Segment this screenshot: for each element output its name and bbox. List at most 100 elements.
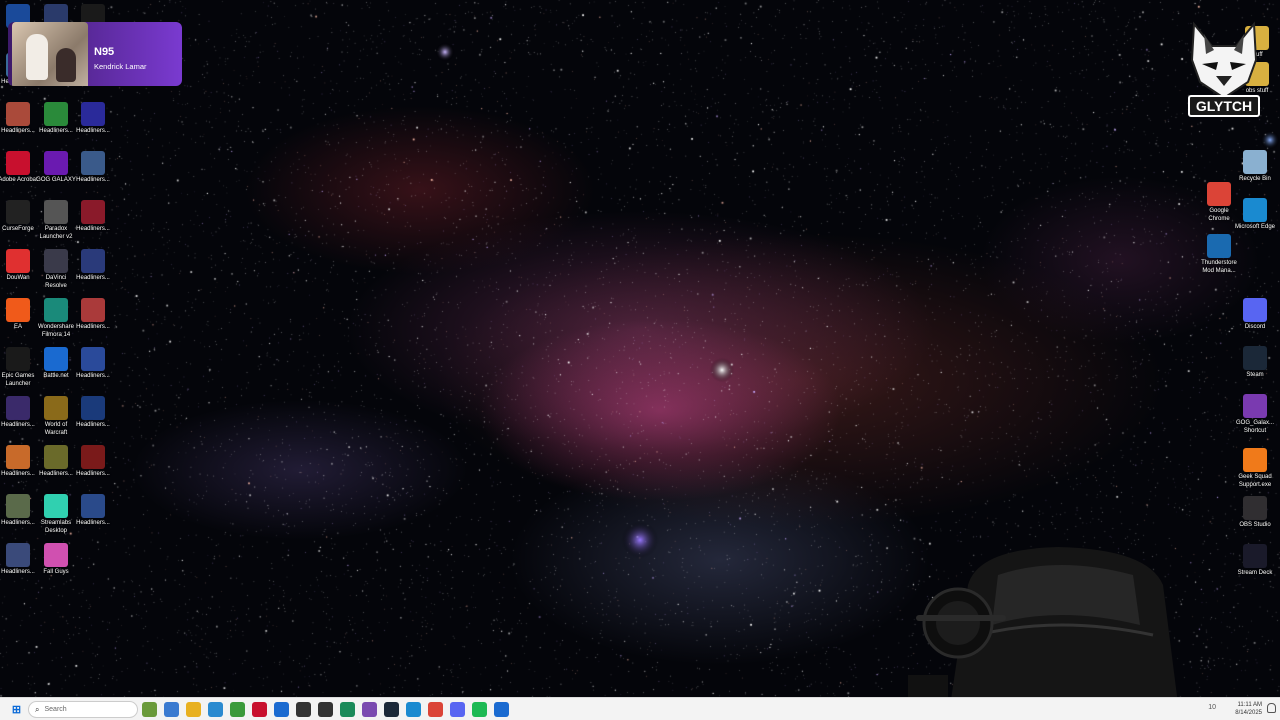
taskbar-adobe-icon[interactable] bbox=[252, 702, 267, 717]
desktop-icon[interactable]: Adobe Acrobat bbox=[0, 151, 39, 185]
taskbar-widgets-icon[interactable] bbox=[142, 702, 157, 717]
desktop-icon-label: Headliners... bbox=[1, 422, 35, 428]
system-clock[interactable]: 11:11 AM 8/14/2025 bbox=[1235, 701, 1262, 717]
app-icon bbox=[44, 298, 68, 322]
desktop-icon[interactable]: Headliners... bbox=[72, 396, 114, 430]
app-icon bbox=[6, 543, 30, 567]
desktop-icon[interactable]: GOG_Galax... Shortcut bbox=[1234, 394, 1276, 435]
desktop-icon-label: Headliners... bbox=[39, 471, 73, 477]
app-icon bbox=[6, 102, 30, 126]
desktop-icon-label: Headliners... bbox=[76, 422, 110, 428]
app-icon bbox=[1243, 448, 1267, 472]
desktop-icon[interactable]: Headliners... bbox=[72, 445, 114, 479]
desktop-icon[interactable]: Headliners... bbox=[35, 445, 77, 479]
notification-bell-icon[interactable] bbox=[1267, 703, 1276, 713]
app-icon bbox=[6, 249, 30, 273]
desktop-icon[interactable]: Geek Squad Support.exe bbox=[1234, 448, 1276, 489]
taskbar-github-icon[interactable] bbox=[318, 702, 333, 717]
desktop-icon-label: Streamlabs Desktop bbox=[40, 520, 72, 534]
desktop-icon-label: Battle.net bbox=[43, 373, 69, 379]
taskbar-spotify-icon[interactable] bbox=[472, 702, 487, 717]
desktop-icon[interactable]: Headliners... bbox=[35, 102, 77, 136]
taskbar-edge-icon[interactable] bbox=[406, 702, 421, 717]
taskbar-steam-icon[interactable] bbox=[384, 702, 399, 717]
desktop-icon-label: Recycle Bin bbox=[1239, 176, 1271, 182]
webcam-overlay bbox=[908, 547, 1178, 697]
desktop-icon[interactable]: Headliners... bbox=[72, 494, 114, 528]
desktop-icon[interactable]: Headliners... bbox=[72, 249, 114, 283]
start-button[interactable]: ⊞ bbox=[9, 702, 24, 717]
desktop-icon[interactable]: Headliners... bbox=[72, 151, 114, 185]
desktop-icon[interactable]: Headliners... bbox=[72, 102, 114, 136]
app-icon bbox=[81, 445, 105, 469]
taskbar-copilot-icon[interactable] bbox=[164, 702, 179, 717]
app-icon bbox=[81, 494, 105, 518]
desktop-icon[interactable]: Thunderstore Mod Mana... bbox=[1198, 234, 1240, 275]
desktop-icon[interactable]: Headliners... bbox=[72, 298, 114, 332]
app-icon bbox=[44, 445, 68, 469]
desktop-icon[interactable]: Headliners... bbox=[72, 347, 114, 381]
taskbar-xbox-icon[interactable] bbox=[230, 702, 245, 717]
app-icon bbox=[6, 445, 30, 469]
app-icon bbox=[1243, 544, 1267, 568]
desktop-icon-label: EA bbox=[13, 324, 22, 330]
desktop-icon[interactable]: CurseForge bbox=[0, 200, 39, 234]
desktop-icon-label: Headliners... bbox=[1, 520, 35, 526]
desktop-icon[interactable]: Epic Games Launcher bbox=[0, 347, 39, 388]
desktop-icon[interactable]: Recycle Bin bbox=[1234, 150, 1276, 184]
desktop-icon[interactable]: Headliners... bbox=[0, 102, 39, 136]
desktop-icon-label: Fall Guys bbox=[43, 569, 69, 575]
taskbar-discord-icon[interactable] bbox=[450, 702, 465, 717]
app-icon bbox=[1243, 150, 1267, 174]
taskbar-file-explorer-icon[interactable] bbox=[186, 702, 201, 717]
app-icon bbox=[81, 298, 105, 322]
desktop-icon[interactable]: Headliners... bbox=[0, 543, 39, 577]
desktop-icon[interactable]: DouWan bbox=[0, 249, 39, 283]
desktop-icon-label: Headliners... bbox=[76, 128, 110, 134]
taskbar-media-icon[interactable] bbox=[296, 702, 311, 717]
desktop-icon[interactable]: EA bbox=[0, 298, 39, 332]
desktop-icon[interactable]: DaVinci Resolve bbox=[35, 249, 77, 290]
taskbar-start-apps-icon[interactable] bbox=[208, 702, 223, 717]
desktop-icon-label: Headliners... bbox=[76, 520, 110, 526]
desktop-icon[interactable]: Headliners... bbox=[72, 200, 114, 234]
taskbar-chrome-icon[interactable] bbox=[428, 702, 443, 717]
desktop: Headliners...Headliners...Irium WebcamHe… bbox=[0, 0, 1280, 697]
desktop-icon[interactable]: Headliners... bbox=[0, 396, 39, 430]
desktop-icon[interactable]: Fall Guys bbox=[35, 543, 77, 577]
desktop-icon[interactable]: Headliners... bbox=[0, 445, 39, 479]
desktop-icon[interactable]: Microsoft Edge bbox=[1234, 198, 1276, 232]
desktop-icon[interactable]: Headliners... bbox=[0, 494, 39, 528]
app-icon bbox=[81, 396, 105, 420]
desktop-icon[interactable]: Steam bbox=[1234, 346, 1276, 380]
tray-indicator[interactable]: 10 bbox=[1208, 704, 1216, 711]
glytch-logo: GLYTCH bbox=[1188, 21, 1260, 117]
app-icon bbox=[6, 298, 30, 322]
app-icon bbox=[81, 151, 105, 175]
taskbar-search[interactable]: ⌕ Search bbox=[28, 701, 138, 718]
app-icon bbox=[44, 249, 68, 273]
desktop-icon[interactable]: Discord bbox=[1234, 298, 1276, 332]
taskbar-battle-net-icon[interactable] bbox=[494, 702, 509, 717]
desktop-icon[interactable]: OBS Studio bbox=[1234, 496, 1276, 530]
desktop-icon[interactable]: Streamlabs Desktop bbox=[35, 494, 77, 535]
taskbar-vpn-icon[interactable] bbox=[362, 702, 377, 717]
desktop-icon-label: World of Warcraft bbox=[44, 422, 68, 436]
desktop-icon[interactable]: Battle.net bbox=[35, 347, 77, 381]
taskbar-store-icon[interactable] bbox=[274, 702, 289, 717]
now-playing-widget[interactable]: N95 Kendrick Lamar bbox=[8, 22, 182, 86]
desktop-icon-label: Steam bbox=[1246, 372, 1264, 378]
desktop-icon-label: Stream Deck bbox=[1237, 570, 1273, 576]
search-icon: ⌕ bbox=[35, 704, 40, 714]
taskbar-terminal-icon[interactable] bbox=[340, 702, 355, 717]
app-icon bbox=[1243, 298, 1267, 322]
desktop-icon[interactable]: GOG GALAXY bbox=[35, 151, 77, 185]
desktop-icon-label: Headliners... bbox=[76, 177, 110, 183]
app-icon bbox=[44, 151, 68, 175]
desktop-icon[interactable]: Wondershare Filmora 14 bbox=[35, 298, 77, 339]
app-icon bbox=[1207, 234, 1231, 258]
app-icon bbox=[1243, 496, 1267, 520]
desktop-icon[interactable]: Stream Deck bbox=[1234, 544, 1276, 578]
desktop-icon[interactable]: World of Warcraft bbox=[35, 396, 77, 437]
desktop-icon[interactable]: Paradox Launcher v2 bbox=[35, 200, 77, 241]
